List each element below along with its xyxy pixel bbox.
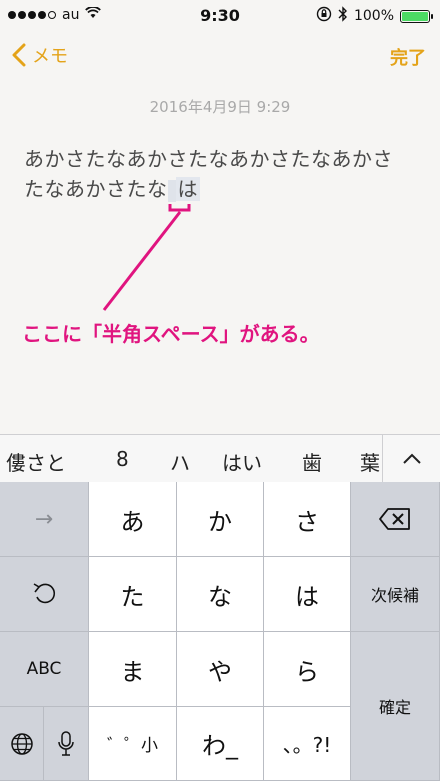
next-candidate-key[interactable]: 次候補 bbox=[351, 557, 440, 632]
candidate-item[interactable]: 歯 bbox=[302, 447, 322, 476]
key-ta-row[interactable]: た bbox=[89, 557, 177, 632]
dakuten-key[interactable]: ゛゜小 bbox=[89, 707, 177, 781]
abc-key[interactable]: ABC bbox=[0, 632, 89, 707]
status-bar: au 9:30 100% bbox=[0, 0, 440, 30]
key-na-row[interactable]: な bbox=[177, 557, 264, 632]
candidate-item[interactable]: 葉 bbox=[360, 447, 380, 476]
cursor-right-key[interactable]: → bbox=[0, 482, 89, 557]
note-line-2: たなあかさたなは bbox=[24, 174, 424, 204]
rotation-lock-icon bbox=[316, 6, 332, 26]
key-ma-row[interactable]: ま bbox=[89, 632, 177, 707]
candidate-item[interactable]: 8 bbox=[116, 447, 129, 471]
half-width-space bbox=[167, 179, 176, 202]
status-right: 100% bbox=[316, 6, 433, 26]
candidate-bar: 僂さと 8 ハ はい 歯 葉 bbox=[0, 434, 440, 483]
back-button[interactable]: メモ bbox=[12, 42, 68, 68]
candidate-item[interactable]: はい bbox=[222, 447, 262, 476]
battery-fill bbox=[402, 11, 428, 21]
done-button[interactable]: 完了 bbox=[390, 44, 426, 70]
backspace-key[interactable] bbox=[351, 482, 440, 557]
expand-candidates-button[interactable] bbox=[382, 435, 440, 483]
back-label: メモ bbox=[32, 46, 68, 67]
navigation-bar: メモ 完了 bbox=[0, 36, 440, 80]
flick-keyboard: → あ か さ た な は 次候補 ABC ま や ら 確定 ゛゜小 わ_ 、。… bbox=[0, 482, 440, 781]
key-ka-row[interactable]: か bbox=[177, 482, 264, 557]
note-last-char: は bbox=[175, 177, 200, 201]
punctuation-key[interactable]: 、。?! bbox=[264, 707, 351, 781]
delete-icon bbox=[379, 508, 410, 530]
note-date: 2016年4月9日 9:29 bbox=[149, 98, 291, 116]
key-a-row[interactable]: あ bbox=[89, 482, 177, 557]
note-line-1: あかさたなあかさたなあかさたなあかさ bbox=[24, 147, 393, 171]
candidate-item[interactable]: ハ bbox=[170, 447, 190, 476]
chevron-up-icon bbox=[402, 453, 421, 464]
undo-icon bbox=[33, 583, 56, 604]
bluetooth-icon bbox=[338, 6, 348, 26]
mic-icon bbox=[58, 730, 74, 756]
battery-icon bbox=[400, 9, 433, 23]
key-ra-row[interactable]: ら bbox=[264, 632, 351, 707]
candidate-item[interactable]: 僂さと bbox=[6, 447, 66, 476]
note-body[interactable]: あかさたなあかさたなあかさたなあかさ たなあかさたなは bbox=[24, 144, 424, 204]
undo-key[interactable] bbox=[0, 557, 89, 632]
key-ya-row[interactable]: や bbox=[177, 632, 264, 707]
note-line-2-text: たなあかさたな bbox=[24, 177, 168, 201]
annotation-text: ここに「半角スペース」がある。 bbox=[22, 322, 320, 346]
dictation-key[interactable] bbox=[44, 707, 89, 781]
key-ha-row[interactable]: は bbox=[264, 557, 351, 632]
chevron-left-icon bbox=[12, 43, 26, 67]
globe-icon bbox=[10, 732, 33, 755]
key-sa-row[interactable]: さ bbox=[264, 482, 351, 557]
battery-percent: 100% bbox=[353, 8, 394, 24]
confirm-key[interactable]: 確定 bbox=[351, 632, 440, 781]
globe-key[interactable] bbox=[0, 707, 44, 781]
key-wa-row[interactable]: わ_ bbox=[177, 707, 264, 781]
